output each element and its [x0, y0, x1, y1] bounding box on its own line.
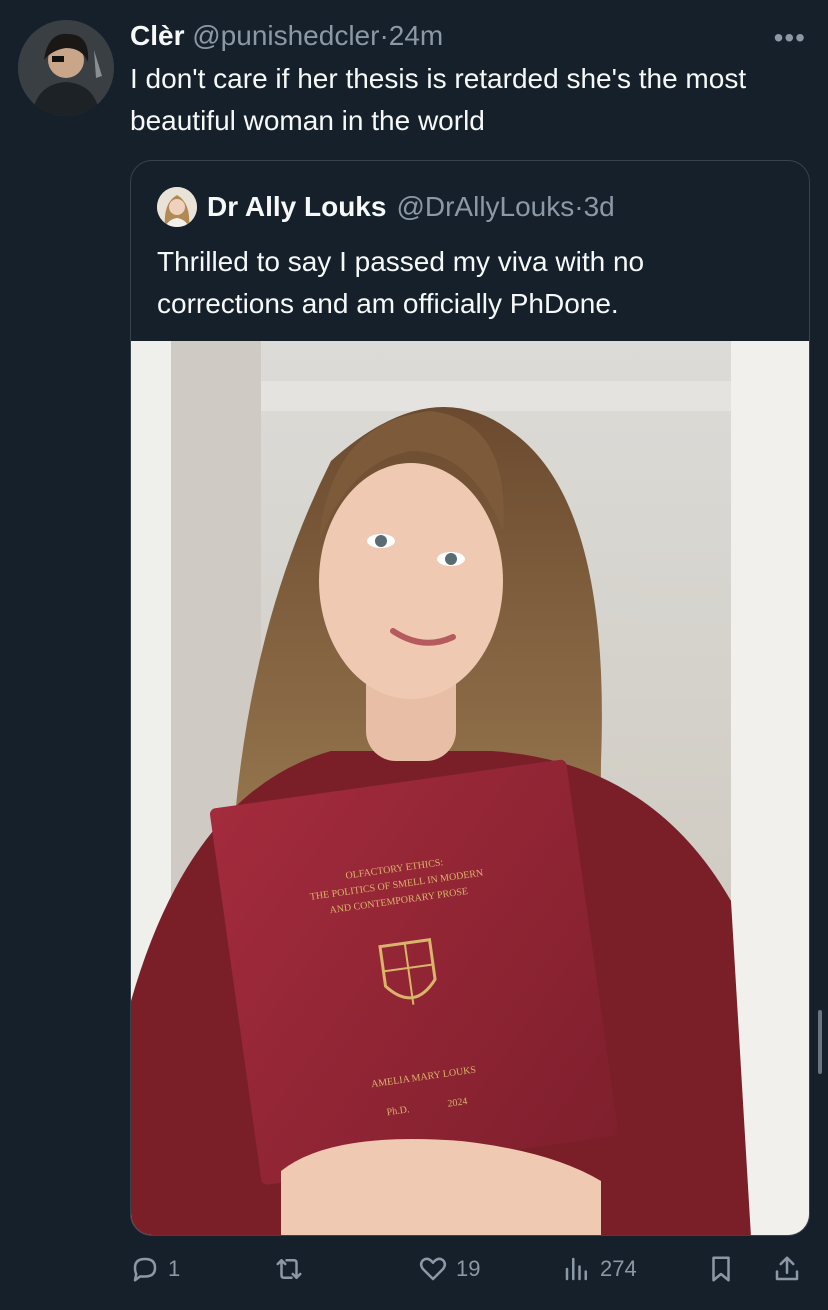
quoted-author-avatar — [157, 187, 197, 227]
quoted-avatar-image — [157, 187, 197, 227]
tweet-text: I don't care if her thesis is retarded s… — [130, 63, 747, 136]
reply-count: 1 — [168, 1256, 181, 1281]
quoted-tweet-header: Dr Ally Louks @DrAllyLouks · 3d — [157, 187, 615, 227]
reply-button[interactable]: 1 — [130, 1254, 180, 1284]
quoted-separator-dot: · — [574, 191, 584, 222]
share-icon — [775, 1256, 799, 1281]
author-handle[interactable]: @punishedcler — [192, 20, 379, 51]
separator-dot: · — [379, 20, 389, 51]
reply-icon — [133, 1257, 157, 1282]
views-count: 274 — [600, 1256, 637, 1281]
views-icon — [565, 1257, 587, 1281]
quoted-author-name: Dr Ally Louks — [207, 191, 387, 222]
more-icon[interactable]: ••• — [774, 22, 806, 54]
author-avatar-image — [18, 20, 114, 116]
retweet-button[interactable] — [274, 1254, 312, 1284]
author-name[interactable]: Clèr — [130, 20, 184, 51]
bookmark-button[interactable] — [706, 1254, 736, 1284]
tweet-header: Clèr @punishedcler·24m — [130, 20, 443, 52]
tweet-time[interactable]: 24m — [389, 20, 443, 51]
author-avatar[interactable] — [18, 20, 114, 116]
scrollbar-indicator[interactable] — [818, 1010, 822, 1074]
views-button[interactable]: 274 — [562, 1254, 637, 1284]
photo-illustration: OLFACTORY ETHICS: THE POLITICS OF SMELL … — [131, 341, 809, 1235]
quoted-tweet-time: 3d — [583, 191, 615, 222]
retweet-icon — [276, 1259, 302, 1279]
tweet-photo[interactable]: OLFACTORY ETHICS: THE POLITICS OF SMELL … — [131, 341, 809, 1235]
bookmark-icon — [712, 1256, 730, 1282]
quoted-tweet-card[interactable]: Dr Ally Louks @DrAllyLouks · 3d Thrilled t… — [130, 160, 810, 1236]
tweet-action-bar: 1 19 274 — [130, 1254, 810, 1294]
like-button[interactable]: 19 — [418, 1254, 480, 1284]
quoted-tweet-text: Thrilled to say I passed my viva with no… — [157, 246, 645, 319]
quoted-author-handle: @DrAllyLouks — [396, 191, 575, 222]
like-count: 19 — [456, 1256, 481, 1281]
heart-icon — [419, 1257, 447, 1281]
share-button[interactable] — [772, 1254, 802, 1284]
